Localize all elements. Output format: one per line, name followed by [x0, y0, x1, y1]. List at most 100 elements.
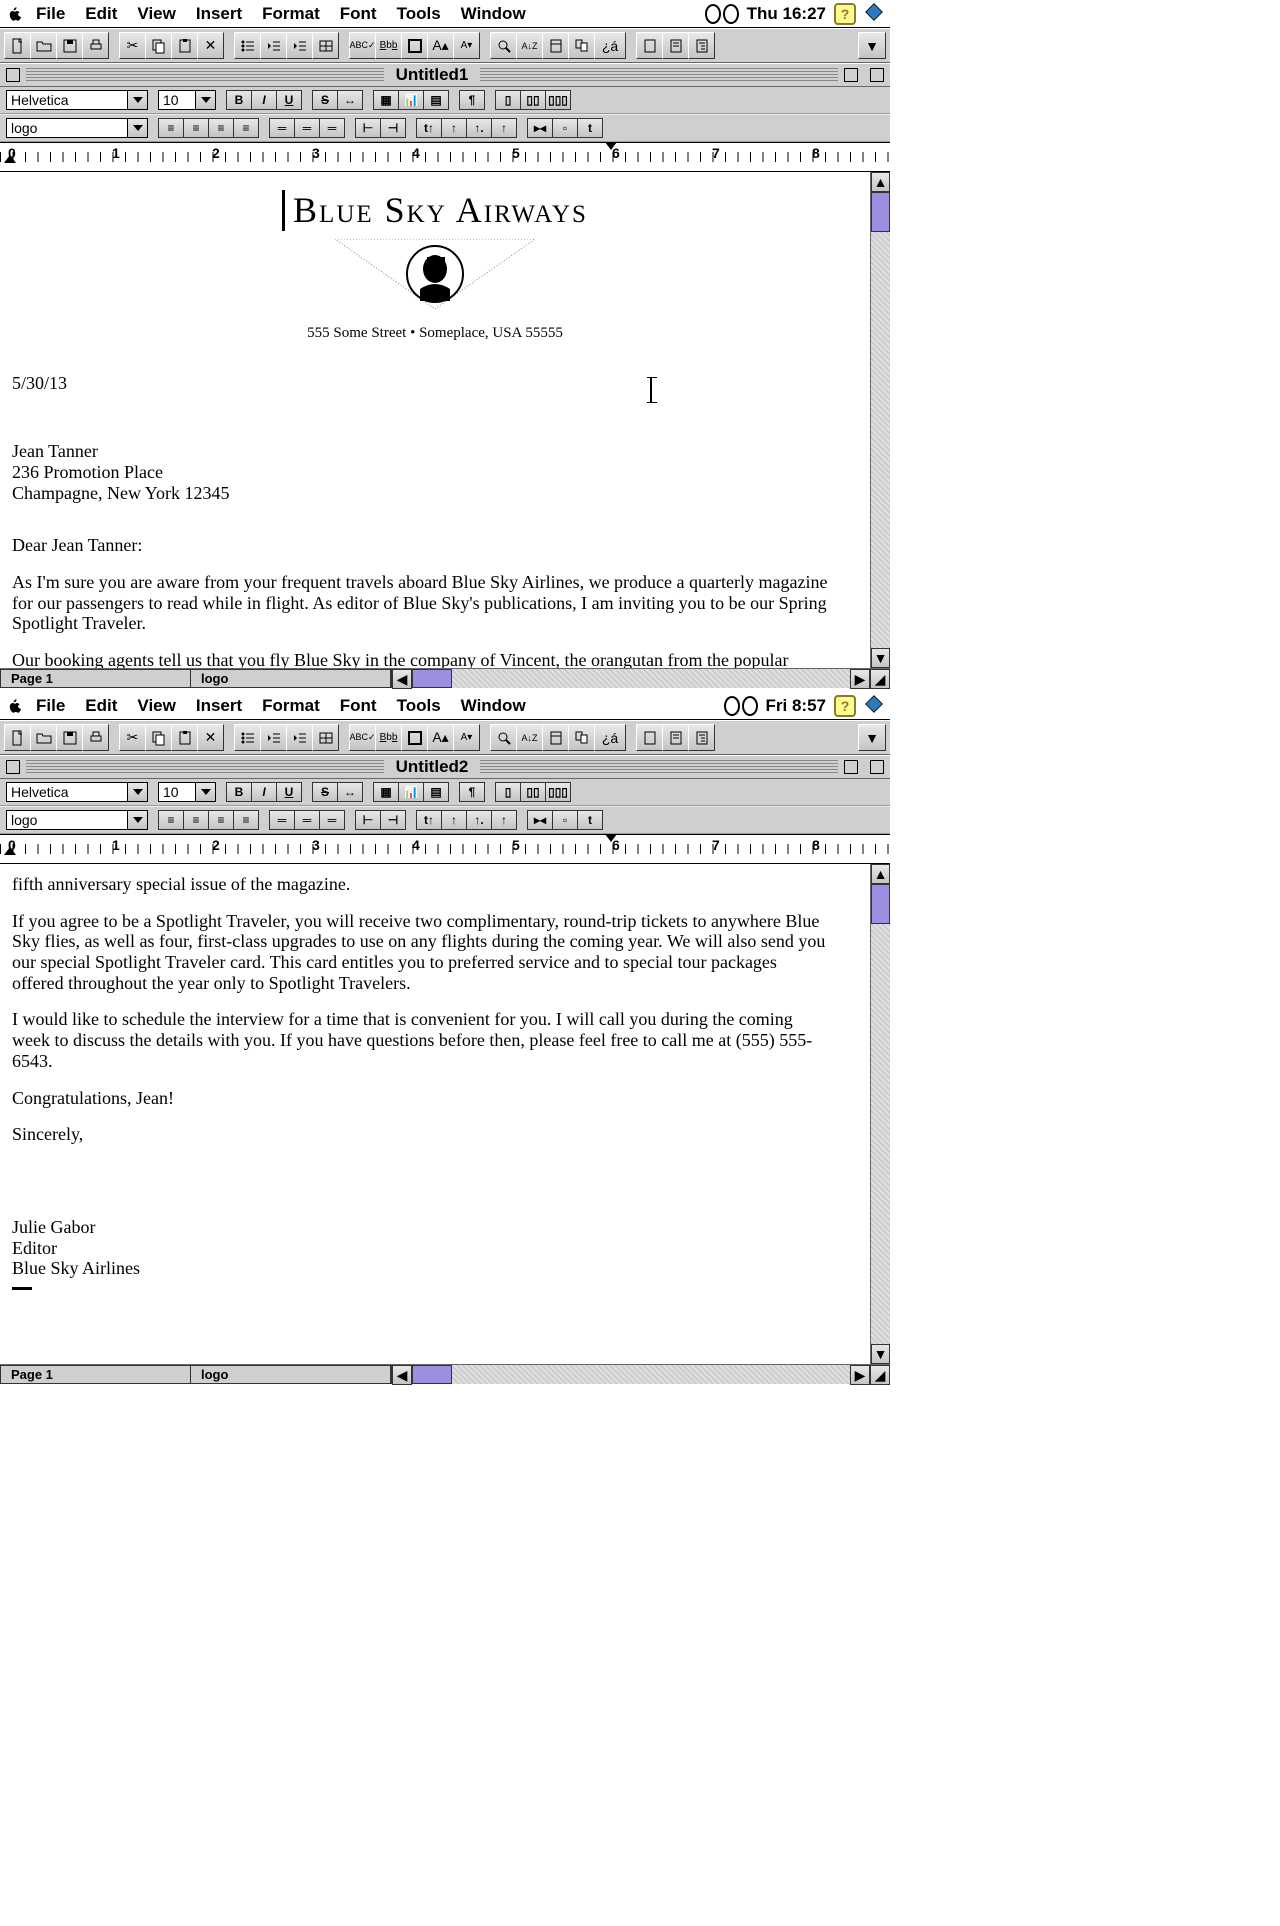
word-underline-button[interactable]: Bbb: [375, 32, 402, 59]
bold-button[interactable]: B: [226, 90, 252, 110]
new-doc-button[interactable]: [4, 32, 31, 59]
print-button[interactable]: [82, 724, 109, 751]
keep-right-button[interactable]: t: [577, 118, 603, 138]
cut-button[interactable]: ✂: [119, 724, 146, 751]
spellcheck-button[interactable]: ABC✓: [349, 32, 376, 59]
font-name-combo[interactable]: [6, 782, 148, 802]
view-page-button[interactable]: [662, 724, 689, 751]
scroll-down-button[interactable]: ▼: [871, 648, 890, 668]
scroll-thumb[interactable]: [412, 669, 452, 688]
chevron-down-icon[interactable]: [127, 783, 147, 801]
menu-font[interactable]: Font: [332, 693, 385, 719]
spacing-3-button[interactable]: ═: [319, 118, 345, 138]
columns-1-button[interactable]: ▯: [495, 782, 521, 802]
find-button[interactable]: [490, 724, 517, 751]
toolbar-menu-button[interactable]: ▼: [858, 724, 886, 751]
chart-button[interactable]: 📊: [398, 782, 424, 802]
calc-button[interactable]: [542, 32, 569, 59]
condense-button[interactable]: ↔: [337, 90, 363, 110]
border-button[interactable]: [401, 724, 428, 751]
spacing-2-button[interactable]: ═: [294, 118, 320, 138]
chevron-down-icon[interactable]: [127, 811, 147, 829]
right-indent-marker[interactable]: [605, 834, 617, 842]
save-button[interactable]: [56, 32, 83, 59]
sort-button[interactable]: A↓Z: [516, 32, 543, 59]
spacing-1-button[interactable]: ═: [269, 810, 295, 830]
menu-file[interactable]: File: [28, 1, 73, 27]
tab-decimal-button[interactable]: ↑: [491, 810, 517, 830]
menu-edit[interactable]: Edit: [77, 1, 125, 27]
ruler-1[interactable]: 0 1 2 3 4 5 6 7 8: [0, 142, 890, 172]
menu-font[interactable]: Font: [332, 1, 385, 27]
align-justify-button[interactable]: ≡: [233, 810, 259, 830]
format-painter-button[interactable]: ✕: [197, 724, 224, 751]
special-char-button[interactable]: ¿á: [594, 32, 626, 59]
scroll-up-button[interactable]: ▲: [871, 864, 890, 884]
open-button[interactable]: [30, 724, 57, 751]
tab-right-button[interactable]: ↑.: [466, 118, 492, 138]
align-left-button[interactable]: ≡: [158, 118, 184, 138]
apple-menu-icon[interactable]: [6, 697, 24, 715]
resize-handle[interactable]: ◢: [870, 1365, 890, 1385]
menu-window[interactable]: Window: [453, 1, 534, 27]
condense-button[interactable]: ↔: [337, 782, 363, 802]
tab-indent-button[interactable]: ⊣: [380, 118, 406, 138]
keep-left-button[interactable]: ▸◂: [527, 810, 553, 830]
page-indicator[interactable]: Page 1: [1, 1366, 191, 1383]
format-painter-button[interactable]: ✕: [197, 32, 224, 59]
keep-left-button[interactable]: ▸◂: [527, 118, 553, 138]
menu-insert[interactable]: Insert: [188, 693, 250, 719]
underline-button[interactable]: U: [276, 782, 302, 802]
columns-1-button[interactable]: ▯: [495, 90, 521, 110]
cut-button[interactable]: ✂: [119, 32, 146, 59]
ruler-2[interactable]: 0 1 2 3 4 5 6 7 8: [0, 834, 890, 864]
document-content[interactable]: Blue Sky Airways 555 Some Street • Somep…: [0, 172, 870, 668]
border-button[interactable]: [401, 32, 428, 59]
special-char-button[interactable]: ¿á: [594, 724, 626, 751]
tab-center-button[interactable]: ↑: [441, 118, 467, 138]
scroll-left-button[interactable]: ◀: [392, 669, 412, 689]
page-button[interactable]: ▤: [423, 782, 449, 802]
paste-button[interactable]: [171, 724, 198, 751]
underline-button[interactable]: U: [276, 90, 302, 110]
app-switcher-icon[interactable]: [864, 2, 884, 25]
view-normal-button[interactable]: [636, 724, 663, 751]
vertical-scrollbar[interactable]: ▲ ▼: [870, 864, 890, 1364]
copy-button[interactable]: [145, 32, 172, 59]
bullets-button[interactable]: [234, 32, 261, 59]
left-indent-marker[interactable]: [4, 155, 16, 163]
keep-center-button[interactable]: ▫: [552, 810, 578, 830]
strike-button[interactable]: S: [312, 782, 338, 802]
font-name-input[interactable]: [7, 91, 127, 109]
scroll-up-button[interactable]: ▲: [871, 172, 890, 192]
left-indent-marker[interactable]: [4, 847, 16, 855]
menu-window[interactable]: Window: [453, 693, 534, 719]
zoom-window-button[interactable]: [844, 68, 858, 82]
tab-right-button[interactable]: ↑.: [466, 810, 492, 830]
eyes-icon[interactable]: [705, 4, 739, 24]
open-button[interactable]: [30, 32, 57, 59]
align-right-button[interactable]: ≡: [208, 810, 234, 830]
table-button[interactable]: [312, 724, 339, 751]
style-indicator[interactable]: logo: [191, 1366, 391, 1383]
indent-button[interactable]: [286, 32, 313, 59]
style-input[interactable]: [7, 119, 127, 137]
copy-button[interactable]: [145, 724, 172, 751]
resize-handle[interactable]: ◢: [870, 669, 890, 689]
clock[interactable]: Thu 16:27: [747, 4, 826, 24]
toolbar-menu-button[interactable]: ▼: [858, 32, 886, 59]
help-icon[interactable]: ?: [834, 695, 856, 717]
menu-view[interactable]: View: [129, 1, 183, 27]
document-content[interactable]: fifth anniversary special issue of the m…: [0, 864, 870, 1364]
tab-flush-button[interactable]: ⊢: [355, 810, 381, 830]
zoom-window-button[interactable]: [844, 760, 858, 774]
columns-2-button[interactable]: ▯▯: [520, 782, 546, 802]
view-outline-button[interactable]: [688, 724, 715, 751]
tab-flush-button[interactable]: ⊢: [355, 118, 381, 138]
font-name-combo[interactable]: [6, 90, 148, 110]
scroll-thumb[interactable]: [871, 192, 890, 232]
paste-button[interactable]: [171, 32, 198, 59]
menu-file[interactable]: File: [28, 693, 73, 719]
show-invisibles-button[interactable]: ¶: [459, 90, 485, 110]
horizontal-scrollbar[interactable]: Page 1 logo ◀ ▶ ◢: [0, 668, 890, 688]
